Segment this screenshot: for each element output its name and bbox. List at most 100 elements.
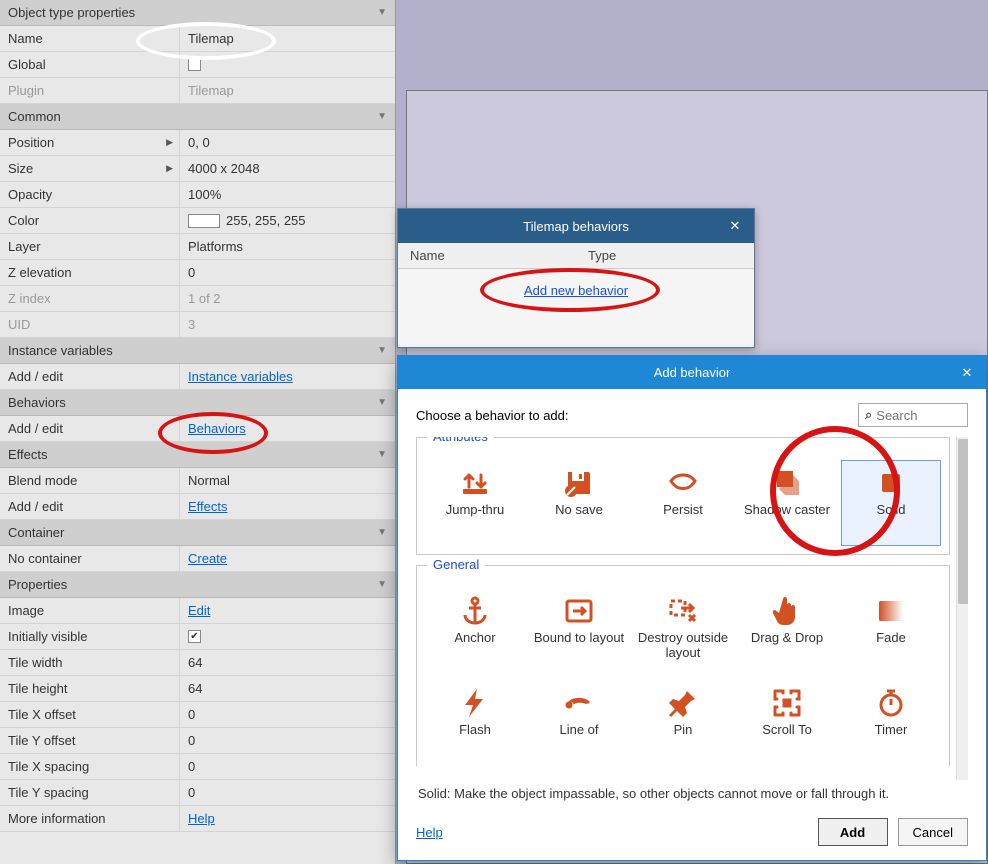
value-tileys[interactable]: 0 [180,785,395,800]
link-create-container[interactable]: Create [188,551,227,566]
row-tile-width[interactable]: Tile width 64 [0,650,395,676]
link-effects[interactable]: Effects [188,499,228,514]
value-opacity[interactable]: 100% [180,187,395,202]
section-behaviors[interactable]: Behaviors ▼ [0,390,395,416]
col-type[interactable]: Type [576,248,754,263]
link-behaviors[interactable]: Behaviors [188,421,246,436]
link-add-new-behavior[interactable]: Add new behavior [524,283,628,298]
behavior-item-bound[interactable]: Bound to layout [529,588,629,674]
search-input[interactable] [876,408,946,423]
value-position[interactable]: 0, 0 [180,135,395,150]
behavior-label: Persist [663,503,703,518]
close-icon[interactable]: ✕ [956,362,978,384]
behavior-scroll[interactable]: Attributes Jump-thruNo savePersistShadow… [416,437,968,780]
behavior-item-lineofsight[interactable]: Line of [529,680,629,766]
behavior-item-jump-thru[interactable]: Jump-thru [425,460,525,546]
col-name[interactable]: Name [398,248,576,263]
behavior-item-pin[interactable]: Pin [633,680,733,766]
section-instance-variables[interactable]: Instance variables ▼ [0,338,395,364]
value-size[interactable]: 4000 x 2048 [180,161,395,176]
value-zelev[interactable]: 0 [180,265,395,280]
link-help[interactable]: Help [188,811,215,826]
row-blend[interactable]: Blend mode Normal [0,468,395,494]
value-layer[interactable]: Platforms [180,239,395,254]
row-tile-x-spacing[interactable]: Tile X spacing 0 [0,754,395,780]
row-tile-x-offset[interactable]: Tile X offset 0 [0,702,395,728]
value-tilexo[interactable]: 0 [180,707,395,722]
row-name[interactable]: Name Tilemap [0,26,395,52]
checkbox-initially-visible[interactable] [188,630,201,643]
behavior-label: Flash [459,723,491,738]
link-instance-variables[interactable]: Instance variables [188,369,293,384]
row-effects[interactable]: Add / edit Effects [0,494,395,520]
row-container[interactable]: No container Create [0,546,395,572]
value-name[interactable]: Tilemap [180,31,395,46]
behavior-label: Line of [559,723,598,738]
row-color[interactable]: Color 255, 255, 255 [0,208,395,234]
cancel-button[interactable]: Cancel [898,818,968,846]
scrollbar[interactable] [956,437,968,780]
timer-icon [875,687,907,719]
add-button[interactable]: Add [818,818,888,846]
checkbox-global[interactable] [188,58,201,71]
row-instance-vars[interactable]: Add / edit Instance variables [0,364,395,390]
behavior-item-timer[interactable]: Timer [841,680,941,766]
expand-icon[interactable]: ▶ [166,137,173,148]
color-swatch[interactable] [188,214,220,228]
behavior-item-no-save[interactable]: No save [529,460,629,546]
section-effects[interactable]: Effects ▼ [0,442,395,468]
search-input-wrap[interactable]: ⌕ [858,403,968,427]
row-more-info[interactable]: More information Help [0,806,395,832]
row-z-elevation[interactable]: Z elevation 0 [0,260,395,286]
behavior-item-flash[interactable]: Flash [425,680,525,766]
dialog-title-bar[interactable]: Tilemap behaviors ✕ [398,209,754,243]
row-position[interactable]: Position▶ 0, 0 [0,130,395,156]
row-behaviors[interactable]: Add / edit Behaviors [0,416,395,442]
behavior-item-destroy[interactable]: Destroy outside layout [633,588,733,674]
behavior-item-fade[interactable]: Fade [841,588,941,674]
dialog-title-bar[interactable]: Add behavior ✕ [398,356,986,389]
value-blend[interactable]: Normal [180,473,395,488]
section-label: Properties [8,577,67,592]
label-addedit: Add / edit [0,494,180,519]
row-opacity[interactable]: Opacity 100% [0,182,395,208]
behavior-item-scrollto[interactable]: Scroll To [737,680,837,766]
row-global[interactable]: Global [0,52,395,78]
behavior-item-shadow-caster[interactable]: Shadow caster [737,460,837,546]
dialog-title: Tilemap behaviors [523,219,629,234]
search-icon: ⌕ [865,407,872,423]
section-properties[interactable]: Properties ▼ [0,572,395,598]
link-edit-image[interactable]: Edit [188,603,210,618]
value-tileh[interactable]: 64 [180,681,395,696]
section-common[interactable]: Common ▼ [0,104,395,130]
section-label: Effects [8,447,48,462]
row-tile-y-offset[interactable]: Tile Y offset 0 [0,728,395,754]
close-icon[interactable]: ✕ [724,215,746,237]
row-size[interactable]: Size▶ 4000 x 2048 [0,156,395,182]
row-layer[interactable]: Layer Platforms [0,234,395,260]
scrollbar-thumb[interactable] [958,439,968,604]
row-image[interactable]: Image Edit [0,598,395,624]
behavior-item-persist[interactable]: Persist [633,460,733,546]
behavior-label: Bound to layout [534,631,624,646]
expand-icon[interactable]: ▶ [166,163,173,174]
behaviors-dialog: Tilemap behaviors ✕ Name Type Add new be… [397,208,755,348]
row-tile-height[interactable]: Tile height 64 [0,676,395,702]
row-initially-visible[interactable]: Initially visible [0,624,395,650]
persist-icon [667,467,699,499]
behavior-item-anchor[interactable]: Anchor [425,588,525,674]
section-container[interactable]: Container ▼ [0,520,395,546]
value-tilew[interactable]: 64 [180,655,395,670]
behavior-item-dragdrop[interactable]: Drag & Drop [737,588,837,674]
section-label: Common [8,109,61,124]
behavior-label: Destroy outside layout [636,631,730,661]
value-tilexs[interactable]: 0 [180,759,395,774]
row-tile-y-spacing[interactable]: Tile Y spacing 0 [0,780,395,806]
solid-icon [875,467,907,499]
link-help[interactable]: Help [416,825,443,840]
value-tileyo[interactable]: 0 [180,733,395,748]
chevron-down-icon: ▼ [377,579,387,590]
behavior-item-solid[interactable]: Solid [841,460,941,546]
section-object-type[interactable]: Object type properties ▼ [0,0,395,26]
label-initvis: Initially visible [0,624,180,649]
